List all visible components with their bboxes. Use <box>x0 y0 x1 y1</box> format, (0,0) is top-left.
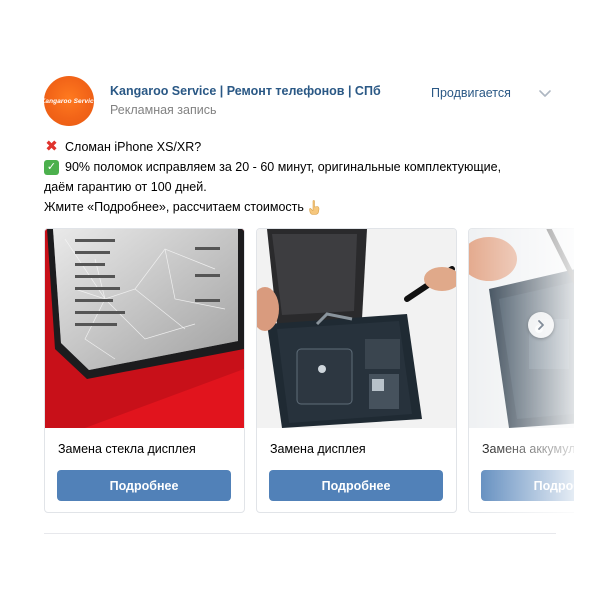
post-subtitle: Рекламная запись <box>110 103 217 117</box>
carousel[interactable]: Замена стекла дисплея Подробнее Замена д… <box>44 228 574 514</box>
pointing-hand-icon <box>309 199 320 215</box>
text-line-3: даём гарантию от 100 дней. <box>44 180 207 194</box>
text-line: ✖ Сломан iPhone XS/XR? <box>44 137 556 157</box>
text-line: ✓ 90% поломок исправляем за 20 - 60 мину… <box>44 157 556 177</box>
ad-post: Kangaroo Service Kangaroo Service | Ремо… <box>41 74 574 534</box>
card-title: Замена дисплея <box>270 442 366 456</box>
cross-mark-icon: ✖ <box>45 138 58 155</box>
carousel-card[interactable]: Замена дисплея Подробнее <box>256 228 457 513</box>
details-button[interactable]: Подробнее <box>481 470 574 501</box>
iphone-opened-repair-image[interactable] <box>257 229 456 428</box>
carousel-card[interactable]: Замена стекла дисплея Подробнее <box>44 228 245 513</box>
chevron-down-icon[interactable] <box>538 88 552 98</box>
details-button[interactable]: Подробнее <box>57 470 231 501</box>
chevron-right-icon[interactable] <box>528 312 554 338</box>
cracked-phone-screen-image[interactable] <box>45 229 244 428</box>
post-text: ✖ Сломан iPhone XS/XR? ✓ 90% поломок исп… <box>44 137 556 217</box>
text-line: даём гарантию от 100 дней. <box>44 177 556 197</box>
avatar-logo-text: Kangaroo Service <box>40 97 98 105</box>
details-button[interactable]: Подробнее <box>269 470 443 501</box>
text-line: Жмите «Подробнее», рассчитаем стоимость <box>44 197 556 217</box>
post-header: Kangaroo Service Kangaroo Service | Ремо… <box>41 74 556 126</box>
check-mark-icon: ✓ <box>44 159 59 175</box>
text-line-4: Жмите «Подробнее», рассчитаем стоимость <box>44 200 304 214</box>
iphone-battery-repair-image[interactable] <box>469 229 574 428</box>
author-link[interactable]: Kangaroo Service | Ремонт телефонов | СП… <box>110 84 381 98</box>
promoted-label[interactable]: Продвигается <box>431 86 511 100</box>
card-title: Замена стекла дисплея <box>58 442 196 456</box>
carousel-card[interactable]: Замена аккумулятора Подробнее <box>468 228 574 513</box>
avatar[interactable]: Kangaroo Service <box>41 76 97 126</box>
card-title: Замена аккумулятора <box>482 442 574 456</box>
text-line-2: 90% поломок исправляем за 20 - 60 минут,… <box>65 160 502 174</box>
divider <box>44 533 556 534</box>
text-line-1: Сломан iPhone XS/XR? <box>65 140 202 154</box>
